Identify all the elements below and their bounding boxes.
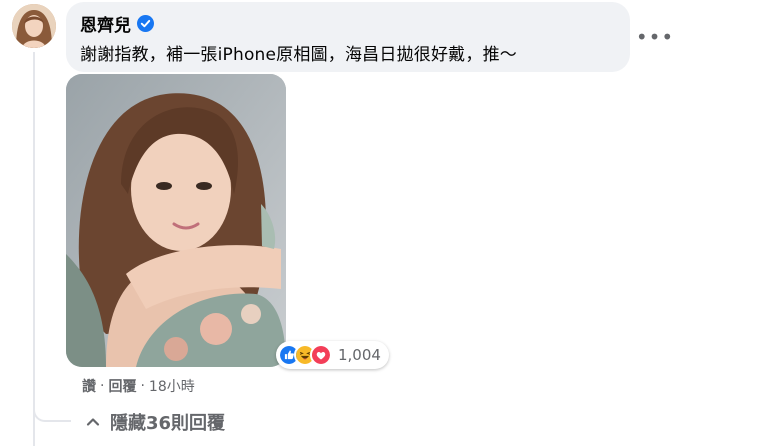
separator: · <box>100 378 105 394</box>
more-icon: ••• <box>635 25 675 49</box>
timestamp[interactable]: 18小時 <box>149 376 195 396</box>
thread-line <box>33 52 35 446</box>
love-icon <box>310 344 332 366</box>
reaction-summary[interactable]: 1,004 <box>276 341 389 369</box>
comment-photo[interactable] <box>66 74 286 367</box>
hide-replies-label: 隱藏36則回覆 <box>110 413 226 434</box>
comment-actions: 讚 · 回覆 · 18小時 <box>82 376 195 396</box>
comment-text: 謝謝指教，補一張iPhone原相圖，海昌日拋很好戴，推～ <box>80 45 517 65</box>
more-options-button[interactable]: ••• <box>636 22 673 52</box>
like-button[interactable]: 讚 <box>82 376 96 396</box>
hide-replies-button[interactable]: 隱藏36則回覆 <box>84 408 225 436</box>
verified-badge-icon <box>137 14 154 32</box>
portrait-image <box>66 74 286 367</box>
separator: · <box>140 378 145 394</box>
chevron-up-icon <box>86 418 100 426</box>
avatar[interactable] <box>12 4 56 48</box>
author-name[interactable]: 恩齊兒 <box>80 11 131 36</box>
reaction-count: 1,004 <box>338 346 381 364</box>
reply-button[interactable]: 回覆 <box>108 376 136 396</box>
avatar-image <box>12 4 56 48</box>
thread-connector <box>33 400 71 422</box>
comment-bubble: 恩齊兒 謝謝指教，補一張iPhone原相圖，海昌日拋很好戴，推～ <box>66 2 630 72</box>
